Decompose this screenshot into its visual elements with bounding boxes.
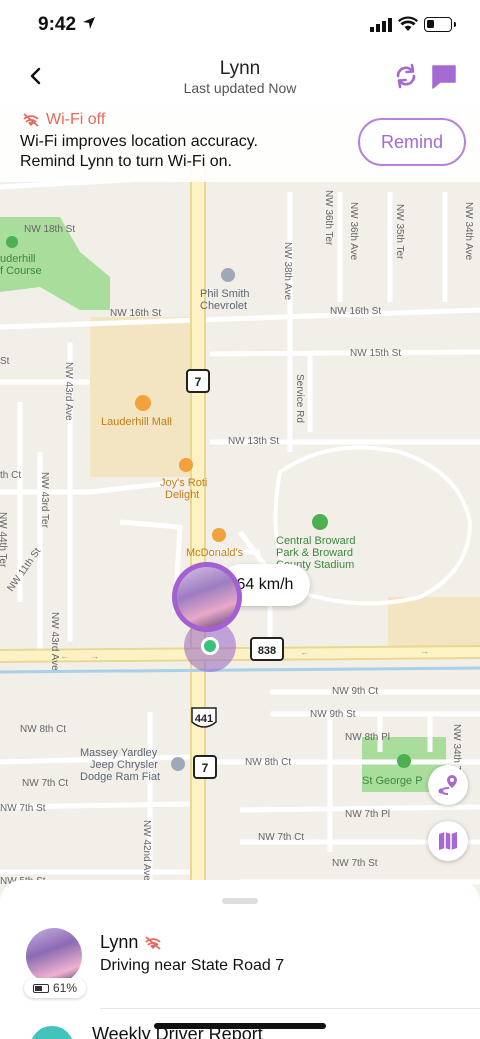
wifi-off-banner: Wi-Fi off Wi-Fi improves location accura… xyxy=(0,102,480,182)
member-name: Lynn xyxy=(100,932,139,952)
street-label: NW 13th St xyxy=(228,436,279,447)
street-label: NW 8th Pl xyxy=(345,732,390,743)
member-battery-badge: 61% xyxy=(24,978,86,998)
wifi-off-icon xyxy=(23,113,39,127)
wifi-icon xyxy=(398,16,418,31)
street-label: NW 35th Ter xyxy=(394,204,405,260)
street-label: NW 43rd Ter xyxy=(39,472,50,529)
svg-text:←: ← xyxy=(300,647,309,657)
remind-button[interactable]: Remind xyxy=(358,118,466,166)
street-label: NW 9th St xyxy=(310,709,356,720)
bottom-sheet[interactable]: 61% Lynn Driving near State Road 7 Weekl… xyxy=(0,880,480,1039)
location-arrow-icon xyxy=(83,17,95,29)
street-label: NW 44th Ter xyxy=(0,512,8,568)
street-label: NW 7th St xyxy=(332,858,378,869)
refresh-icon[interactable] xyxy=(392,62,420,90)
poi-label: Chevrolet xyxy=(200,300,247,312)
svg-text:←: ← xyxy=(60,651,69,661)
street-label: NW 18th St xyxy=(24,224,75,235)
svg-text:7: 7 xyxy=(195,375,202,389)
street-label: Service Rd xyxy=(294,374,305,423)
poi-label: Joy's Roti xyxy=(160,477,207,489)
wifi-off-label: Wi-Fi off xyxy=(46,111,106,128)
street-label: NW 36th Ave xyxy=(348,202,359,261)
svg-text:→: → xyxy=(420,646,429,656)
report-icon xyxy=(30,1026,74,1039)
poi-label: Lauderhill Mall xyxy=(101,416,172,428)
street-label: NW 7th Ct xyxy=(22,778,68,789)
home-indicator xyxy=(154,1023,326,1029)
poi-label: Park & Broward xyxy=(276,547,353,559)
battery-icon xyxy=(32,983,49,993)
street-label: NW 7th Pl xyxy=(345,809,390,820)
poi-label: McDonald's xyxy=(186,547,244,559)
poi-label: Jeep Chrysler xyxy=(90,759,158,771)
route-shield-838: 838 xyxy=(250,637,284,661)
banner-message: Wi-Fi improves location accuracy. xyxy=(20,133,258,150)
svg-text:→: → xyxy=(90,651,99,661)
header: Lynn Last updated Now xyxy=(0,52,480,102)
street-label: NW 42nd Ave xyxy=(141,820,152,881)
poi-label: f Course xyxy=(0,265,42,277)
status-time: 9:42 xyxy=(38,14,77,35)
poi-label: Delight xyxy=(165,489,199,501)
chat-icon[interactable] xyxy=(430,62,458,90)
street-label: NW 16th St xyxy=(110,308,161,319)
avatar[interactable] xyxy=(26,928,82,984)
svg-text:7: 7 xyxy=(202,761,209,775)
avatar xyxy=(177,567,237,627)
map-icon xyxy=(439,832,457,850)
poi-label: St George P xyxy=(362,775,423,787)
sheet-handle[interactable] xyxy=(222,898,258,904)
street-label: NW 8th Ct xyxy=(20,724,66,735)
svg-text:838: 838 xyxy=(258,645,276,657)
member-name-row[interactable]: Lynn xyxy=(100,932,162,953)
member-battery-label: 61% xyxy=(52,981,78,995)
route-button[interactable] xyxy=(428,765,468,805)
map-view[interactable]: ← → ← → 7 838 441 7 NW 18th St NW 16th S… xyxy=(0,52,480,932)
divider xyxy=(100,1008,480,1009)
wifi-off-icon xyxy=(145,935,162,950)
street-label: NW 8th Ct xyxy=(245,757,291,768)
route-pin-icon xyxy=(438,775,457,795)
signal-icon xyxy=(370,18,392,32)
banner-message: Remind Lynn to turn Wi-Fi on. xyxy=(20,153,232,170)
street-label: NW 43rd Ave xyxy=(49,612,60,671)
map-type-button[interactable] xyxy=(428,821,468,861)
street-label: NW 38th Ave xyxy=(282,242,293,301)
poi-label: uderhill xyxy=(0,253,35,265)
poi-label: Phil Smith xyxy=(200,288,250,300)
battery-icon xyxy=(424,17,456,32)
member-status: Driving near State Road 7 xyxy=(100,957,285,974)
location-dot xyxy=(201,637,219,655)
route-shield-7: 7 xyxy=(186,369,210,393)
street-label: NW 43rd Ave xyxy=(63,362,74,421)
street-label: NW 16th St xyxy=(330,306,381,317)
street-label: th Ct xyxy=(0,470,21,481)
street-label: NW 9th Ct xyxy=(332,686,378,697)
street-label: NW 36th Ter xyxy=(323,190,334,246)
street-label: NW 15th St xyxy=(350,348,401,359)
route-shield-7: 7 xyxy=(193,755,217,779)
street-label: NW 7th Ct xyxy=(258,832,304,843)
route-shield-441: 441 xyxy=(191,707,217,728)
poi-label: Dodge Ram Fiat xyxy=(80,771,160,783)
status-bar: 9:42 xyxy=(0,0,480,52)
member-map-avatar[interactable] xyxy=(172,562,242,632)
svg-text:441: 441 xyxy=(195,713,213,725)
street-label: NW 34th Ave xyxy=(463,202,474,261)
poi-label: Massey Yardley xyxy=(80,747,158,759)
street-label: NW 7th St xyxy=(0,803,46,814)
street-label: St xyxy=(0,356,10,367)
poi-label: Central Broward xyxy=(276,535,355,547)
